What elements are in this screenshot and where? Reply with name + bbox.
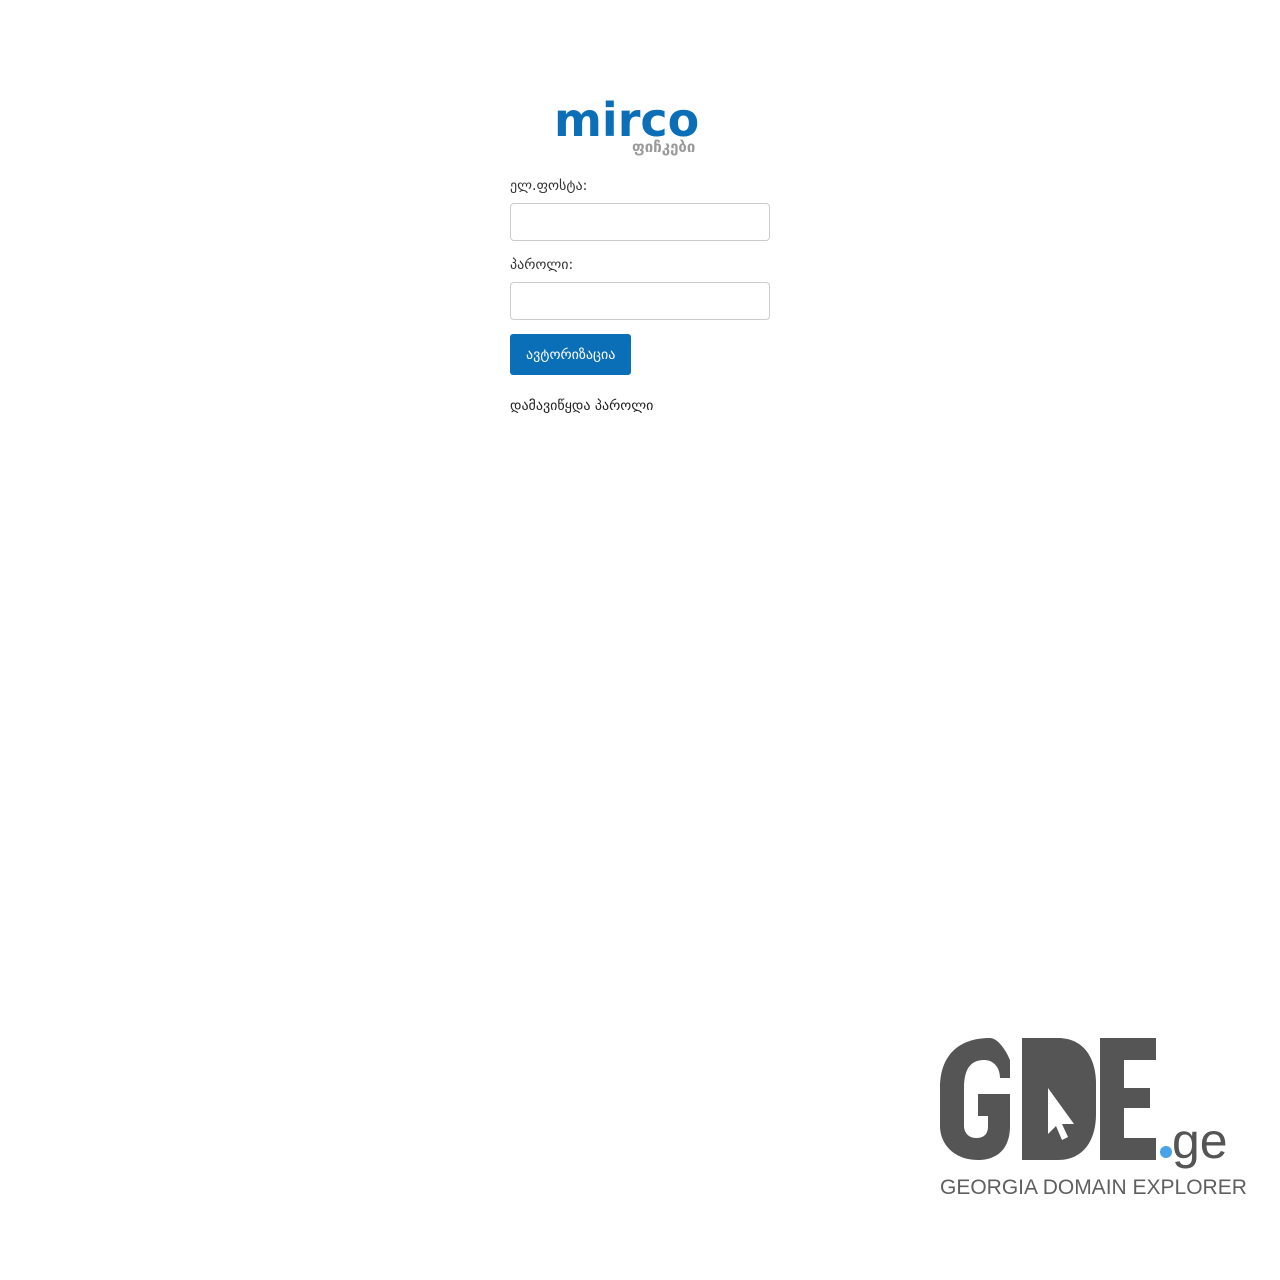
login-button[interactable]: ავტორიზაცია (510, 334, 632, 375)
password-field[interactable] (510, 282, 770, 320)
forgot-password-link[interactable]: დამავიწყდა პაროლი (510, 395, 653, 417)
logo-sub-text: ფიჩკები (632, 138, 695, 156)
email-field[interactable] (510, 203, 770, 241)
gde-tld-text: ge (1172, 1113, 1228, 1169)
mirco-logo: mirco ფიჩკები (550, 92, 730, 156)
gde-letter-g-shape (940, 1038, 1010, 1160)
mirco-logo-graphic: mirco ფიჩკები (554, 93, 699, 156)
email-label: ელ.ფოსტა: (510, 178, 588, 194)
gde-dot-shape (1160, 1146, 1172, 1158)
gde-caption: GEORGIA DOMAIN EXPLORER (940, 1176, 1247, 1199)
login-form: ელ.ფოსტა: პაროლი: ავტორიზაცია დამავიწყდა… (510, 176, 770, 417)
gde-letter-d-shape (1022, 1038, 1096, 1160)
gde-letter-e-shape (1100, 1038, 1156, 1160)
login-page: mirco ფიჩკები ელ.ფოსტა: პაროლი: ავტორიზა… (0, 0, 1280, 1280)
password-label: პაროლი: (510, 257, 574, 273)
